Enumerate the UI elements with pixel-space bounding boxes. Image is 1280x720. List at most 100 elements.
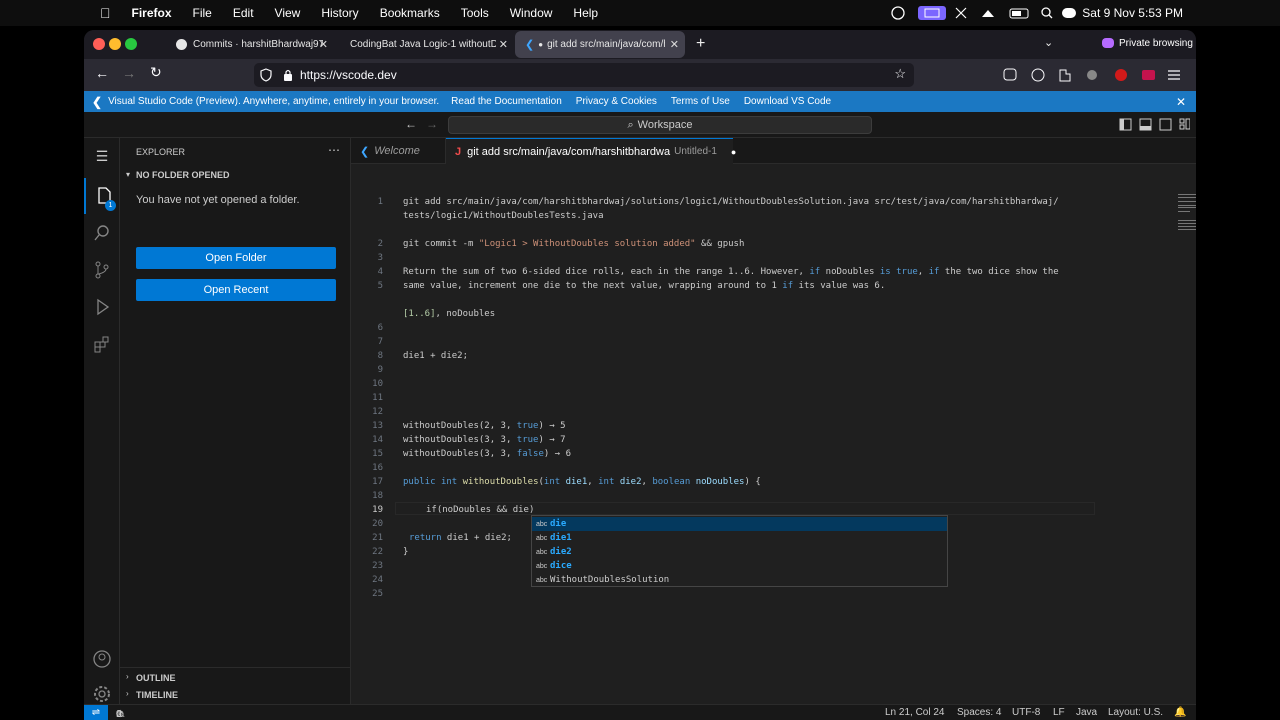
suggestion-rest: 1 [566, 533, 572, 543]
lock-icon[interactable] [282, 68, 294, 82]
menu-edit[interactable]: Edit [233, 6, 254, 20]
unsaved-dot-icon[interactable]: ● [731, 147, 736, 157]
close-tab-icon[interactable]: ✕ [499, 38, 508, 51]
close-window-button[interactable] [93, 38, 105, 50]
code-line-7: [1..6], noDoubles [403, 309, 495, 319]
menu-file[interactable]: File [193, 6, 212, 20]
explorer-button[interactable]: 1 [84, 178, 120, 214]
run-debug-button[interactable] [84, 289, 120, 325]
back-icon[interactable]: ← [95, 65, 109, 81]
cursor-position[interactable]: Ln 21, Col 24 [885, 707, 945, 718]
extensions-button[interactable] [84, 326, 120, 362]
language-mode[interactable]: Java [1076, 707, 1097, 718]
line-endings[interactable]: LF [1053, 707, 1065, 718]
more-actions-icon[interactable]: ⋯ [328, 143, 340, 157]
close-tab-icon[interactable]: ✕ [670, 38, 679, 51]
menu-app-name[interactable]: Firefox [132, 6, 172, 20]
macos-menu-bar:  Firefox File Edit View History Bookmar… [0, 0, 1280, 26]
menu-clock[interactable]: Sat 9 Nov 5:53 PM [1082, 6, 1183, 20]
account-icon [93, 650, 111, 668]
url-bar[interactable]: https://vscode.dev ☆ [254, 63, 914, 87]
nav-forward-icon[interactable]: → [426, 117, 438, 131]
menu-history[interactable]: History [321, 6, 358, 20]
ext-icon-3 [1142, 70, 1155, 80]
code-text: ) → 7 [538, 435, 566, 445]
menu-window[interactable]: Window [510, 6, 553, 20]
code-line-17: withoutDoubles(3, 3, false) → 6 [403, 449, 571, 459]
outline-header[interactable]: OUTLINE [136, 673, 176, 683]
terms-link[interactable]: Terms of Use [671, 96, 730, 107]
menu-button[interactable]: ☰ [84, 138, 120, 174]
code-line-21: if(noDoubles && die) [426, 505, 534, 515]
read-docs-link[interactable]: Read the Documentation [451, 96, 562, 107]
timeline-header[interactable]: TIMELINE [136, 690, 178, 700]
menu-bookmarks[interactable]: Bookmarks [380, 6, 440, 20]
line-number: 13 [372, 421, 383, 431]
line-number: 18 [372, 491, 383, 501]
explorer-sidebar: EXPLORER ⋯ ▾ NO FOLDER OPENED You have n… [120, 138, 351, 705]
open-folder-button[interactable]: Open Folder [136, 247, 336, 269]
remote-indicator[interactable]: ⇌ [84, 705, 108, 720]
browser-tab-codingbat[interactable]: CodingBat Java Logic-1 withoutDou ✕ [340, 30, 514, 59]
code-text: ) [528, 505, 535, 515]
minimize-window-button[interactable] [109, 38, 121, 50]
line-number: 12 [372, 407, 383, 417]
suggestion-item[interactable]: abc die 2 [532, 545, 947, 559]
tab-welcome[interactable]: ❮ Welcome [351, 138, 446, 164]
url-text[interactable]: https://vscode.dev [300, 68, 397, 82]
suggestion-match: dice [550, 561, 572, 571]
close-tab-icon[interactable]: ✕ [319, 38, 328, 51]
line-number: 21 [372, 533, 383, 543]
apple-icon[interactable]:  [100, 5, 111, 21]
minimap[interactable] [1178, 192, 1196, 242]
line-number: 9 [377, 365, 383, 375]
code-line-15: withoutDoubles(2, 3, true) → 5 [403, 421, 566, 431]
gear-icon [94, 686, 110, 702]
menu-tools[interactable]: Tools [461, 6, 489, 20]
menu-help[interactable]: Help [573, 6, 598, 20]
suggestion-item[interactable]: abc WithoutDoublesSolution [532, 573, 947, 587]
search-button[interactable] [84, 215, 120, 251]
autocomplete-suggestions: abc die abc die 1 abc die 2 abc dice abc Withou… [531, 515, 948, 587]
suggestion-rest: WithoutDoublesSolution [550, 575, 670, 585]
download-link[interactable]: Download VS Code [744, 96, 831, 107]
source-control-button[interactable] [84, 252, 120, 288]
code-text: , [917, 267, 929, 277]
keyboard-layout[interactable]: Layout: U.S. [1108, 707, 1163, 718]
notifications-bell-icon[interactable]: 🔔 [1174, 707, 1186, 718]
menu-view[interactable]: View [275, 6, 301, 20]
chevron-right-icon: › [126, 689, 129, 698]
zoom-window-button[interactable] [125, 38, 137, 50]
activity-bar: ☰ 1 [84, 138, 120, 705]
suggestion-item[interactable]: abc die 1 [532, 531, 947, 545]
suggestion-item[interactable]: abc dice [532, 559, 947, 573]
command-center-label: Workspace [637, 119, 693, 131]
vscode-title-bar: ← → ⌕ Workspace [84, 112, 1196, 138]
tab-active-file[interactable]: J git add src/main/java/com/harshitbhard… [446, 138, 736, 164]
encoding[interactable]: UTF-8 [1012, 707, 1040, 718]
nav-back-icon[interactable]: ← [405, 117, 417, 131]
code-editor[interactable]: 1 2 3 4 5 6 7 8 9 10 11 12 13 14 15 16 1… [351, 164, 1196, 705]
reload-icon[interactable]: ↻ [150, 64, 162, 81]
bookmark-star-icon[interactable]: ☆ [894, 66, 906, 82]
code-keyword: true [516, 421, 539, 431]
command-center[interactable]: ⌕ Workspace [448, 116, 872, 134]
indentation[interactable]: Spaces: 4 [957, 707, 1001, 718]
tracking-protection-icon[interactable] [259, 68, 273, 82]
browser-tab-github[interactable]: Commits · harshitBhardwaj97/C ✕ [166, 30, 334, 59]
status-icons [891, 6, 1076, 20]
customize-layout-icon [1179, 118, 1185, 124]
section-header[interactable]: NO FOLDER OPENED [136, 170, 230, 180]
suggestion-item[interactable]: abc die [532, 517, 947, 531]
list-all-tabs-icon[interactable]: ⌄ [1044, 36, 1053, 49]
close-infobar-icon[interactable]: ✕ [1176, 95, 1186, 109]
open-recent-button[interactable]: Open Recent [136, 279, 336, 301]
code-text: same value, increment one die to the nex… [403, 281, 783, 291]
browser-tab-vscode[interactable]: ❮ ● git add src/main/java/com/ha ✕ [515, 31, 685, 58]
forward-icon[interactable]: → [122, 65, 136, 81]
account-icon [1031, 68, 1045, 82]
accounts-button[interactable] [84, 641, 120, 677]
new-tab-icon[interactable]: + [696, 35, 705, 53]
chevron-down-icon[interactable]: ▾ [126, 170, 130, 179]
privacy-link[interactable]: Privacy & Cookies [576, 96, 657, 107]
